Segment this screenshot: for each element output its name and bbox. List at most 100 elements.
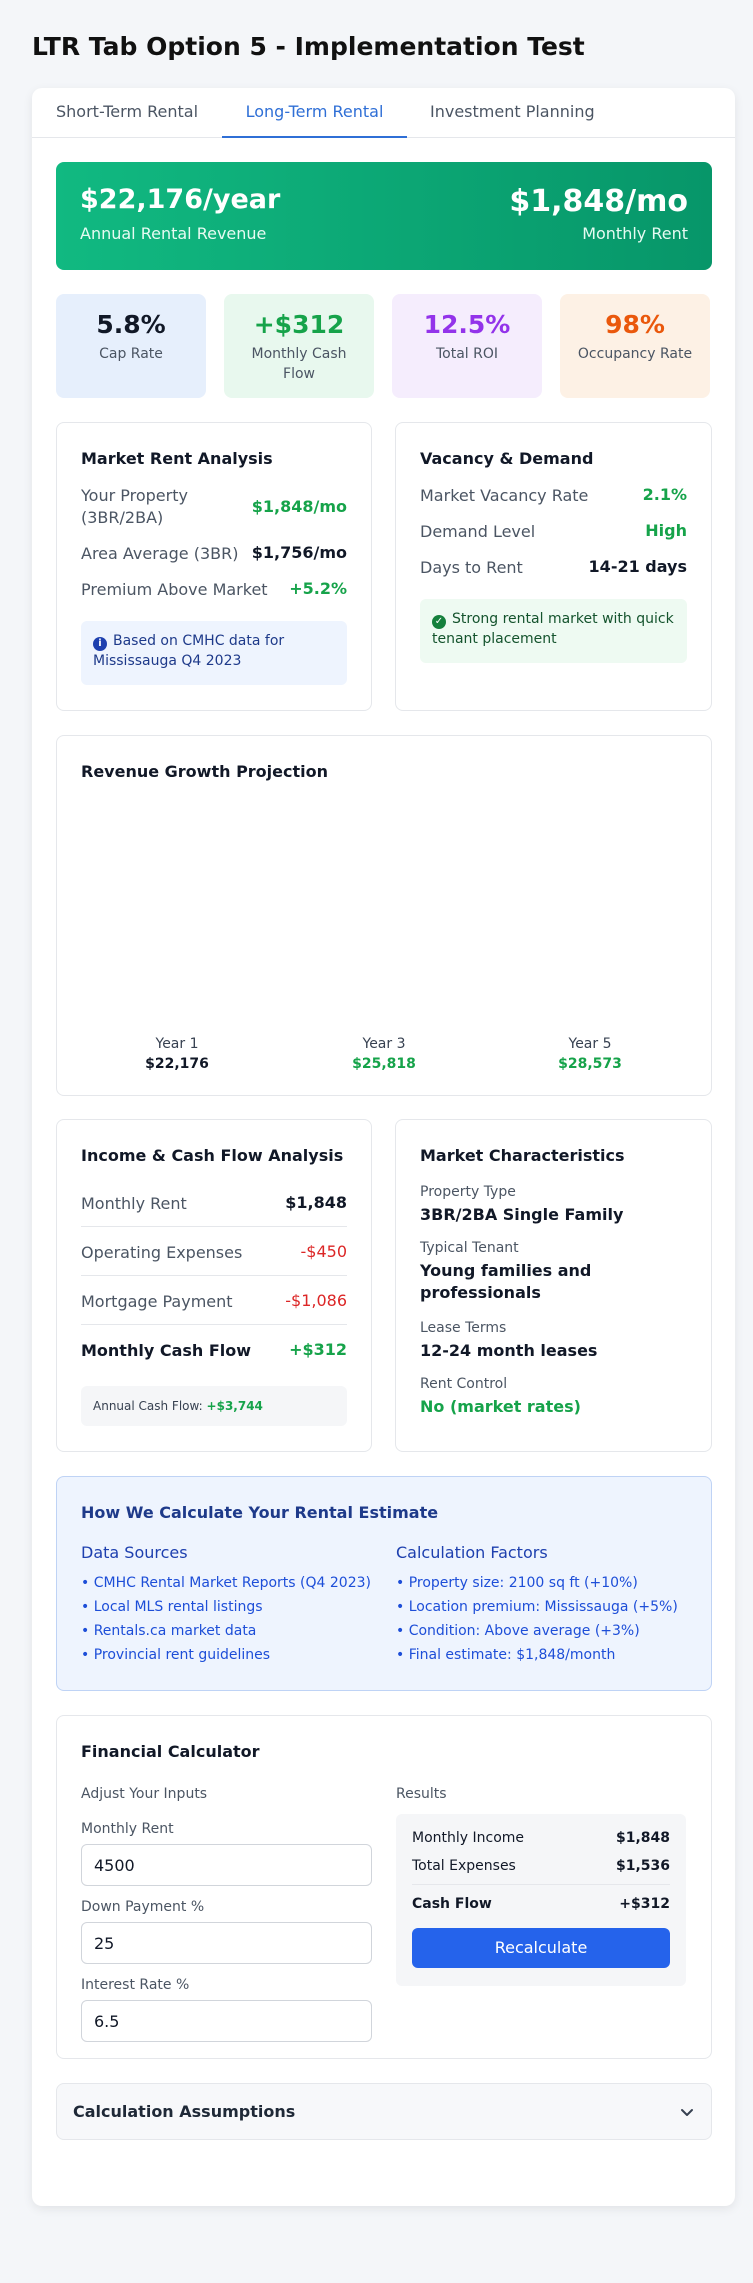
typical-tenant-value: Young families and professionals: [420, 1261, 592, 1302]
row-label: Premium Above Market: [81, 580, 268, 599]
lease-terms-label: Lease Terms: [420, 1320, 507, 1336]
divider: [412, 1884, 670, 1885]
factor-item: • Property size: 2100 sq ft (+10%): [396, 1575, 638, 1591]
tab-short-term-rental[interactable]: Short-Term Rental: [56, 88, 206, 138]
kpi-label: Occupancy Rate: [577, 346, 693, 362]
market-rent-panel: Market Rent Analysis Your Property (3BR/…: [56, 422, 372, 711]
kpi-total-roi: 12.5% Total ROI: [392, 294, 542, 398]
chevron-down-icon: [681, 2109, 693, 2116]
source-item: • Rentals.ca market data: [81, 1623, 257, 1639]
kpi-value: +$312: [253, 310, 345, 339]
cashflow-panel: Income & Cash Flow Analysis Monthly Rent…: [56, 1119, 372, 1452]
projection-value-label: $25,818: [352, 1056, 416, 1072]
revenue-projection-panel: Revenue Growth Projection Year 1 $22,176 Y…: [56, 735, 712, 1096]
projection-year-label: Year 3: [362, 1036, 406, 1052]
results-title: Results: [396, 1786, 447, 1802]
annual-cash-flow-value: +$3,744: [206, 1399, 263, 1413]
source-item: • CMHC Rental Market Reports (Q4 2023): [81, 1575, 371, 1591]
annual-revenue-value: $22,176/year: [80, 184, 281, 215]
annual-cash-flow-label: Annual Cash Flow:: [93, 1399, 203, 1413]
typical-tenant-label: Typical Tenant: [420, 1240, 519, 1256]
interest-rate-input[interactable]: [81, 2000, 372, 2042]
tab-investment-planning[interactable]: Investment Planning: [430, 88, 620, 138]
kpi-monthly-cash-flow: +$312 Monthly Cash Flow: [224, 294, 374, 398]
total-expenses-label: Total Expenses: [412, 1858, 516, 1874]
calculation-factors-title: Calculation Factors: [396, 1543, 548, 1562]
market-characteristics-panel: Market Characteristics Property Type 3BR…: [395, 1119, 712, 1452]
monthly-rent-input[interactable]: [81, 1844, 372, 1886]
info-icon: i: [93, 637, 107, 651]
cmhc-note: i Based on CMHC data for Mississauga Q4 2…: [81, 621, 347, 685]
panel-title: Market Characteristics: [420, 1146, 625, 1165]
monthly-rent-input-label: Monthly Rent: [81, 1821, 174, 1837]
inputs-title: Adjust Your Inputs: [81, 1786, 208, 1802]
kpi-value: 98%: [605, 310, 665, 339]
projection-year-label: Year 1: [155, 1036, 199, 1052]
divider: [81, 1226, 347, 1227]
lease-terms-value: 12-24 month leases: [420, 1341, 598, 1360]
monthly-income-label: Monthly Income: [412, 1830, 525, 1846]
note-text: Strong rental market with quick tenant p…: [432, 611, 674, 647]
financial-calculator-panel: Financial Calculator Adjust Your Inputs …: [56, 1715, 712, 2059]
kpi-value: 5.8%: [96, 310, 166, 339]
projection-value-label: $28,573: [558, 1056, 622, 1072]
row-label: Days to Rent: [420, 558, 523, 577]
kpi-cap-rate: 5.8% Cap Rate: [56, 294, 206, 398]
divider: [81, 1275, 347, 1276]
panel-title: Financial Calculator: [81, 1742, 260, 1761]
factor-item: • Location premium: Mississauga (+5%): [396, 1599, 678, 1615]
results-box: Monthly Income $1,848 Total Expenses $1,…: [396, 1814, 686, 1986]
row-value: 2.1%: [642, 485, 687, 504]
data-sources-title: Data Sources: [81, 1543, 188, 1562]
main-card: Short-Term Rental Long-Term Rental Inves…: [32, 88, 735, 2206]
kpi-occupancy-rate: 98% Occupancy Rate: [560, 294, 710, 398]
panel-title: Income & Cash Flow Analysis: [81, 1146, 344, 1165]
source-item: • Provincial rent guidelines: [81, 1647, 271, 1663]
row-label: Monthly Cash Flow: [81, 1341, 252, 1360]
property-type-label: Property Type: [420, 1184, 516, 1200]
page-title: LTR Tab Option 5 - Implementation Test: [32, 32, 585, 61]
recalculate-button[interactable]: Recalculate: [412, 1928, 670, 1968]
row-label: Monthly Rent: [81, 1194, 187, 1213]
assumptions-title: Calculation Assumptions: [73, 2102, 296, 2121]
calculation-assumptions-toggle[interactable]: Calculation Assumptions: [56, 2083, 712, 2140]
factor-item: • Final estimate: $1,848/month: [396, 1647, 616, 1663]
interest-rate-input-label: Interest Rate %: [81, 1977, 190, 1993]
factor-item: • Condition: Above average (+3%): [396, 1623, 640, 1639]
panel-title: Market Rent Analysis: [81, 449, 273, 468]
down-payment-input-label: Down Payment %: [81, 1899, 205, 1915]
projection-value-label: $22,176: [145, 1056, 209, 1072]
annual-cash-flow-box: Annual Cash Flow: +$3,744: [81, 1386, 347, 1426]
check-icon: ✓: [432, 615, 446, 629]
row-label: Your Property (3BR/2BA): [81, 486, 188, 527]
source-item: • Local MLS rental listings: [81, 1599, 263, 1615]
monthly-income-value: $1,848: [615, 1830, 670, 1846]
cash-flow-value: +$312: [619, 1896, 670, 1912]
how-we-calculate-panel: How We Calculate Your Rental Estimate Da…: [56, 1476, 712, 1691]
kpi-label: Cap Rate: [99, 346, 163, 362]
monthly-rent-value: $1,848/mo: [509, 184, 688, 219]
down-payment-input[interactable]: [81, 1922, 372, 1964]
panel-title: How We Calculate Your Rental Estimate: [81, 1503, 439, 1522]
note-text: Based on CMHC data for Mississauga Q4 20…: [93, 633, 285, 669]
cash-flow-label: Cash Flow: [412, 1896, 492, 1912]
tab-bar: Short-Term Rental Long-Term Rental Inves…: [32, 88, 735, 138]
tab-long-term-rental[interactable]: Long-Term Rental: [222, 88, 407, 138]
row-value: $1,756/mo: [251, 543, 347, 562]
row-value: -$450: [300, 1242, 348, 1261]
row-label: Market Vacancy Rate: [420, 486, 589, 505]
row-label: Demand Level: [420, 522, 536, 541]
annual-revenue-label: Annual Rental Revenue: [80, 224, 267, 243]
revenue-hero: $22,176/year Annual Rental Revenue $1,84…: [56, 162, 712, 270]
row-label: Mortgage Payment: [81, 1292, 233, 1311]
row-label: Operating Expenses: [81, 1243, 243, 1262]
market-strength-note: ✓ Strong rental market with quick tenant …: [420, 599, 687, 663]
row-value: High: [645, 521, 687, 540]
row-value: $1,848: [285, 1193, 347, 1212]
divider: [81, 1324, 347, 1325]
row-value: +5.2%: [289, 579, 347, 598]
total-expenses-value: $1,536: [615, 1858, 670, 1874]
vacancy-panel: Vacancy & Demand Market Vacancy Rate 2.1…: [395, 422, 712, 711]
row-value: +$312: [289, 1340, 347, 1359]
row-label: Area Average (3BR): [81, 544, 239, 563]
